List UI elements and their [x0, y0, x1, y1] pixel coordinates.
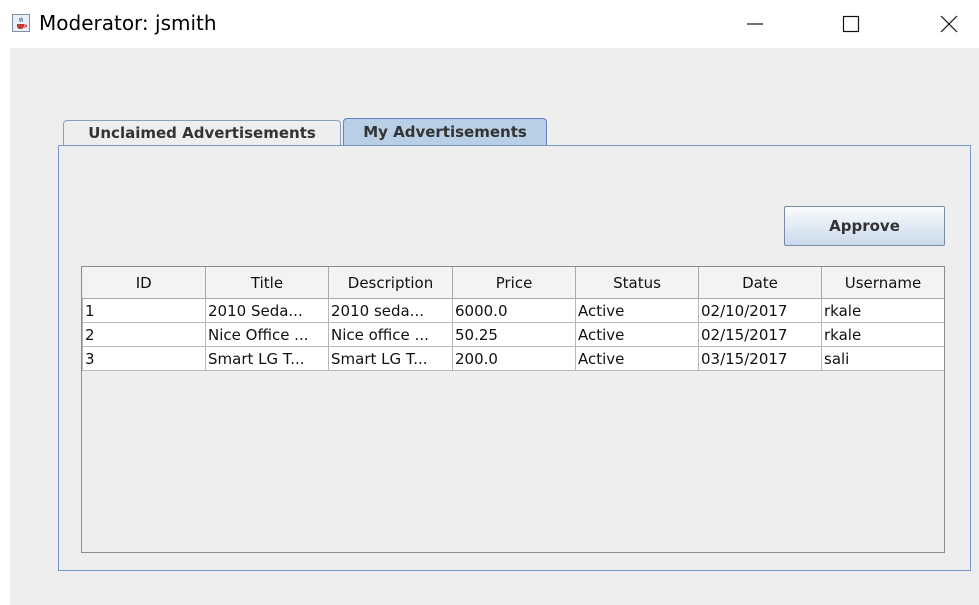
cell-status[interactable]: Active: [575, 298, 699, 323]
cell-title[interactable]: 2010 Seda...: [205, 298, 329, 323]
cell-description[interactable]: Nice office ...: [328, 322, 453, 347]
java-cup-icon: [12, 14, 30, 32]
close-icon: [940, 15, 958, 33]
cell-date[interactable]: 02/15/2017: [698, 322, 822, 347]
cell-description[interactable]: Smart LG T...: [328, 346, 453, 371]
cell-price[interactable]: 50.25: [452, 322, 576, 347]
close-button[interactable]: [921, 0, 977, 48]
cell-date[interactable]: 03/15/2017: [698, 346, 822, 371]
table-row[interactable]: 3 Smart LG T... Smart LG T... 200.0 Acti…: [82, 346, 944, 371]
title-bar[interactable]: Moderator: jsmith: [0, 0, 979, 48]
column-header-price[interactable]: Price: [452, 267, 576, 299]
table-row[interactable]: 1 2010 Seda... 2010 seda... 6000.0 Activ…: [82, 298, 944, 323]
cell-username[interactable]: rkale: [821, 298, 944, 323]
approve-button[interactable]: Approve: [784, 206, 945, 246]
advertisements-table[interactable]: ID Title Description Price Status Date U…: [81, 266, 945, 553]
cell-price[interactable]: 200.0: [452, 346, 576, 371]
table-header-row: ID Title Description Price Status Date U…: [82, 267, 944, 299]
column-header-title[interactable]: Title: [205, 267, 329, 299]
cell-status[interactable]: Active: [575, 346, 699, 371]
table-row[interactable]: 2 Nice Office ... Nice office ... 50.25 …: [82, 322, 944, 347]
cell-id[interactable]: 2: [82, 322, 206, 347]
cell-status[interactable]: Active: [575, 322, 699, 347]
tab-my-advertisements[interactable]: My Advertisements: [343, 118, 547, 146]
tab-unclaimed-advertisements[interactable]: Unclaimed Advertisements: [63, 120, 341, 146]
cell-id[interactable]: 1: [82, 298, 206, 323]
cell-id[interactable]: 3: [82, 346, 206, 371]
window-content: Unclaimed Advertisements My Advertisemen…: [10, 48, 979, 605]
column-header-username[interactable]: Username: [821, 267, 944, 299]
cell-title[interactable]: Nice Office ...: [205, 322, 329, 347]
cell-title[interactable]: Smart LG T...: [205, 346, 329, 371]
column-header-status[interactable]: Status: [575, 267, 699, 299]
cell-price[interactable]: 6000.0: [452, 298, 576, 323]
column-header-id[interactable]: ID: [82, 267, 206, 299]
cell-description[interactable]: 2010 seda...: [328, 298, 453, 323]
cell-date[interactable]: 02/10/2017: [698, 298, 822, 323]
column-header-description[interactable]: Description: [328, 267, 453, 299]
cell-username[interactable]: rkale: [821, 322, 944, 347]
minimize-button[interactable]: [727, 0, 783, 48]
maximize-button[interactable]: [823, 0, 879, 48]
maximize-icon: [842, 15, 860, 33]
window-title: Moderator: jsmith: [39, 11, 217, 35]
minimize-icon: [747, 23, 763, 25]
cell-username[interactable]: sali: [821, 346, 944, 371]
column-header-date[interactable]: Date: [698, 267, 822, 299]
